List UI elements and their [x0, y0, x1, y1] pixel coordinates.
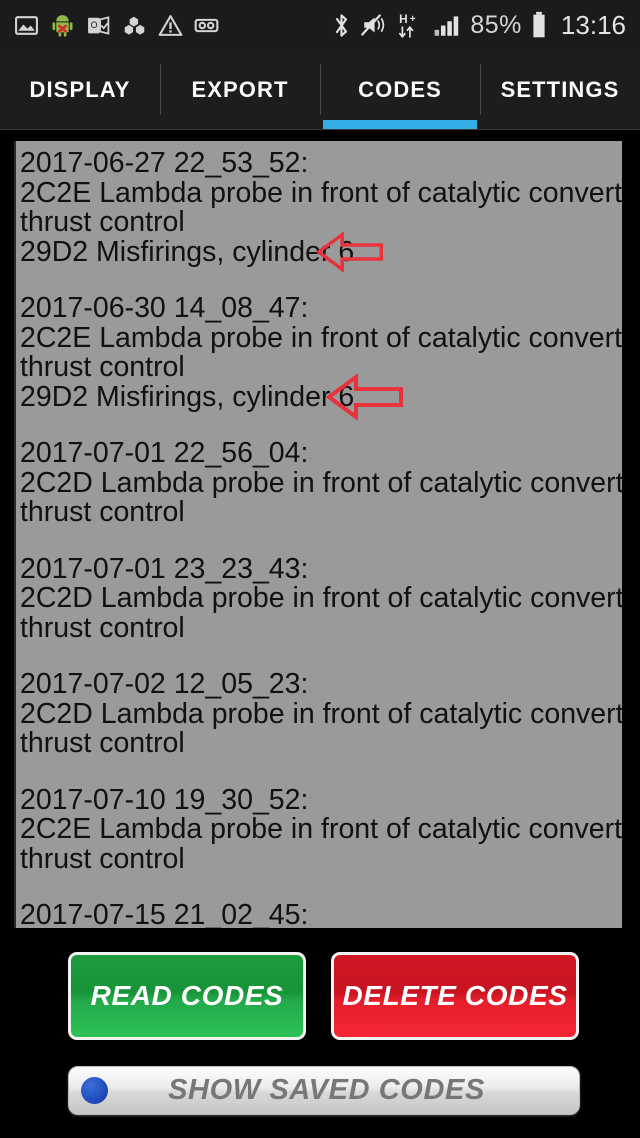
code-description-line: 2C2D Lambda probe in front of catalytic …: [20, 582, 622, 614]
code-timestamp: 2017-07-02 12_05_23:: [20, 668, 309, 700]
code-entry: 2017-06-27 22_53_52: 2C2E Lambda probe in…: [20, 147, 622, 272]
action-button-row: READ CODES DELETE CODES: [0, 945, 640, 1055]
codes-scroll-panel[interactable]: 2017-06-27 22_53_52: 2C2E Lambda probe in…: [14, 141, 622, 928]
code-timestamp: 2017-06-30 14_08_47:: [20, 292, 309, 324]
battery-percent-label: 85%: [470, 10, 522, 39]
code-entry: 2017-07-15 21_02_45:: [20, 899, 616, 928]
code-description-line: thrust control: [20, 351, 185, 383]
read-codes-button[interactable]: READ CODES: [68, 952, 306, 1040]
code-entry: 2017-07-01 22_56_04: 2C2D Lambda probe in…: [20, 437, 622, 528]
battery-icon: [533, 11, 545, 38]
code-description-line: 2C2D Lambda probe in front of catalytic …: [20, 466, 622, 499]
code-description-line: thrust control: [20, 206, 185, 238]
cluster-app-icon: [124, 16, 145, 35]
code-timestamp: 2017-07-15 21_02_45:: [20, 899, 309, 928]
hplus-data-icon: H +: [399, 12, 416, 38]
status-bar-left-icons: O: [14, 13, 219, 38]
tab-settings[interactable]: SETTINGS: [480, 50, 640, 129]
tab-settings-label: SETTINGS: [500, 76, 620, 102]
tab-bar: DISPLAY EXPORT CODES SETTINGS: [0, 50, 640, 130]
status-bar-right-icons: H + 85% 13:16: [331, 10, 626, 41]
code-description-line: thrust control: [20, 496, 185, 528]
code-description-line: 29D2 Misfirings, cylinder 6: [20, 235, 355, 268]
code-entry: 2017-07-02 12_05_23: 2C2D Lambda probe in…: [20, 668, 622, 759]
tab-codes-label: CODES: [358, 76, 442, 102]
code-description-line: 2C2E Lambda probe in front of catalytic …: [20, 176, 622, 209]
svg-text:O: O: [91, 20, 98, 30]
clock-label: 13:16: [560, 9, 626, 40]
code-timestamp: 2017-07-01 23_23_43:: [20, 552, 309, 585]
android-error-icon: [52, 14, 73, 37]
tab-display-underline: [3, 120, 157, 129]
svg-text:+: +: [410, 14, 416, 25]
code-description-line: 2C2E Lambda probe in front of catalytic …: [20, 321, 622, 354]
signal-bars-icon: [434, 16, 459, 36]
tab-codes[interactable]: CODES: [320, 50, 480, 129]
tab-display[interactable]: DISPLAY: [0, 50, 160, 129]
code-entry: 2017-07-01 23_23_43: 2C2D Lambda probe in…: [20, 552, 622, 644]
code-description-line: 2C2E Lambda probe in front of catalytic …: [20, 813, 622, 845]
svg-text:H: H: [400, 12, 409, 26]
tab-export[interactable]: EXPORT: [160, 50, 320, 129]
bluetooth-icon: [336, 13, 348, 37]
code-description-line: thrust control: [20, 611, 185, 644]
radio-dot-icon: [81, 1077, 108, 1104]
show-saved-codes-label: SHOW SAVED CODES: [168, 1074, 485, 1106]
delete-codes-label: DELETE CODES: [342, 980, 568, 1011]
warning-icon: [158, 14, 183, 36]
code-timestamp: 2017-07-10 19_30_52:: [20, 783, 309, 816]
tab-export-underline: [163, 120, 317, 129]
mute-vibrate-icon: [361, 14, 385, 36]
tab-export-label: EXPORT: [191, 76, 289, 102]
code-line-with-marker: 29D2 Misfirings, cylinder 6: [20, 373, 616, 420]
tab-display-label: DISPLAY: [29, 76, 131, 102]
code-line-with-marker: 29D2 Misfirings, cylinder 6: [20, 231, 616, 272]
tab-settings-underline: [483, 120, 637, 129]
code-description-line: thrust control: [20, 727, 185, 759]
code-description-line: 29D2 Misfirings, cylinder 6: [20, 380, 355, 413]
screenshot-icon: [15, 15, 38, 35]
status-bar: O H + 85% 13:16: [0, 0, 640, 50]
code-description-line: thrust control: [20, 842, 185, 875]
delete-codes-button[interactable]: DELETE CODES: [331, 952, 579, 1040]
code-timestamp: 2017-07-01 22_56_04:: [20, 437, 309, 469]
tab-codes-underline: [323, 120, 477, 129]
code-timestamp: 2017-06-27 22_53_52:: [20, 147, 309, 179]
outlook-mail-icon: O: [88, 15, 110, 35]
code-entry: 2017-06-30 14_08_47: 2C2E Lambda probe in…: [20, 292, 622, 420]
app-root: O H + 85% 13:16 DISPLAY EXPORT CODES SET…: [0, 0, 640, 1138]
codes-list: 2017-06-27 22_53_52: 2C2E Lambda probe in…: [16, 141, 622, 928]
voicemail-icon: [194, 18, 219, 32]
show-saved-codes-toggle[interactable]: SHOW SAVED CODES: [68, 1066, 580, 1115]
code-entry: 2017-07-10 19_30_52: 2C2E Lambda probe in…: [20, 783, 622, 875]
read-codes-label: READ CODES: [90, 980, 284, 1011]
code-description-line: 2C2D Lambda probe in front of catalytic …: [20, 697, 622, 730]
